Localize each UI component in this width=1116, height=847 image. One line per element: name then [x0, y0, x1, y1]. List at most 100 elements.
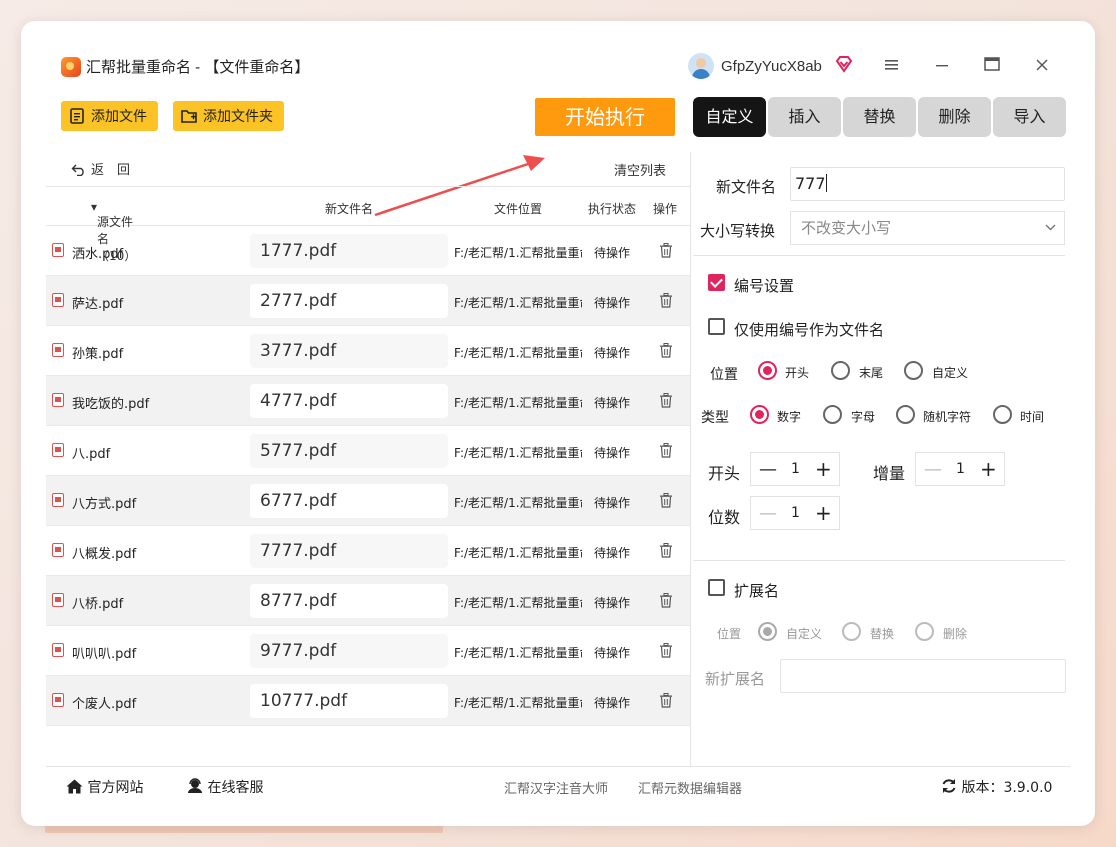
- app-window: 汇帮批量重命名 - 【文件重命名】 GfpZyYucX8ab 添加文件 添加文件…: [21, 21, 1095, 826]
- start-minus-button[interactable]: —: [759, 459, 777, 480]
- new-filename-field[interactable]: 10777.pdf: [250, 684, 448, 718]
- new-name-value: 777: [795, 174, 826, 193]
- only-number-checkbox[interactable]: [708, 318, 725, 335]
- ext-custom-label: 自定义: [786, 627, 823, 641]
- case-value: 不改变大小写: [801, 219, 892, 237]
- file-location: F:/老汇帮/1.汇帮批量重命名: [454, 646, 582, 660]
- tab-import[interactable]: 导入: [993, 97, 1066, 137]
- table-row[interactable]: 叭叭叭.pdf 9777.pdf F:/老汇帮/1.汇帮批量重命名待操作: [46, 626, 690, 676]
- extension-label: 扩展名: [734, 582, 780, 600]
- support-label: 在线客服: [207, 780, 264, 796]
- new-filename-field[interactable]: 1777.pdf: [250, 234, 448, 268]
- new-filename-field[interactable]: 2777.pdf: [250, 284, 448, 318]
- background-strip: [45, 825, 443, 833]
- header-action: 操作: [653, 202, 678, 216]
- new-name-input[interactable]: 777: [790, 167, 1065, 201]
- position-end-radio[interactable]: [831, 361, 850, 380]
- start-button[interactable]: 开始执行: [535, 98, 675, 136]
- trash-icon[interactable]: [659, 693, 673, 708]
- table-row[interactable]: 八.pdf 5777.pdf F:/老汇帮/1.汇帮批量重命名待操作: [46, 426, 690, 476]
- panel-divider: [690, 152, 691, 766]
- status-text: 待操作: [594, 396, 631, 410]
- add-file-label: 添加文件: [91, 108, 147, 124]
- tab-custom[interactable]: 自定义: [693, 97, 766, 137]
- increment-plus-button[interactable]: +: [980, 457, 997, 481]
- digits-plus-button[interactable]: +: [815, 501, 832, 525]
- source-filename: 萨达.pdf: [72, 297, 124, 312]
- new-ext-input[interactable]: [780, 659, 1066, 693]
- tab-insert[interactable]: 插入: [768, 97, 841, 137]
- support-icon: [188, 778, 202, 793]
- add-file-button[interactable]: 添加文件: [61, 101, 158, 131]
- trash-icon[interactable]: [659, 393, 673, 408]
- trash-icon[interactable]: [659, 243, 673, 258]
- tab-replace[interactable]: 替换: [843, 97, 916, 137]
- close-icon[interactable]: [1031, 55, 1053, 77]
- position-custom-radio[interactable]: [904, 361, 923, 380]
- trash-icon[interactable]: [659, 493, 673, 508]
- trash-icon[interactable]: [659, 443, 673, 458]
- trash-icon[interactable]: [659, 543, 673, 558]
- window-title: 汇帮批量重命名 - 【文件重命名】: [86, 59, 310, 76]
- trash-icon[interactable]: [659, 293, 673, 308]
- pdf-file-icon: [52, 643, 64, 657]
- ext-replace-radio[interactable]: [842, 622, 861, 641]
- source-filename: 八方式.pdf: [72, 497, 137, 512]
- ext-custom-radio[interactable]: [758, 622, 777, 641]
- user-avatar[interactable]: [688, 53, 714, 79]
- case-select[interactable]: 不改变大小写: [790, 211, 1065, 245]
- digits-stepper[interactable]: — 1 +: [750, 496, 840, 530]
- username[interactable]: GfpZyYucX8ab: [721, 58, 822, 75]
- add-folder-button[interactable]: 添加文件夹: [173, 101, 284, 131]
- status-text: 待操作: [594, 596, 631, 610]
- table-row[interactable]: 八方式.pdf 6777.pdf F:/老汇帮/1.汇帮批量重命名待操作: [46, 476, 690, 526]
- version-info: 版本：3.9.0.0: [941, 777, 1052, 797]
- vip-diamond-icon[interactable]: [833, 53, 855, 75]
- refresh-icon[interactable]: [941, 778, 957, 794]
- new-filename-field[interactable]: 7777.pdf: [250, 534, 448, 568]
- source-filename: 孙策.pdf: [72, 347, 124, 362]
- source-filename: 个废人.pdf: [72, 697, 137, 712]
- trash-icon[interactable]: [659, 343, 673, 358]
- type-time-radio[interactable]: [993, 405, 1012, 424]
- new-filename-field[interactable]: 3777.pdf: [250, 334, 448, 368]
- type-letter-radio[interactable]: [823, 405, 842, 424]
- table-row[interactable]: 萨达.pdf 2777.pdf F:/老汇帮/1.汇帮批量重命名待操作: [46, 276, 690, 326]
- digits-minus-button[interactable]: —: [759, 503, 777, 524]
- footer-link-pinyin[interactable]: 汇帮汉字注音大师: [504, 778, 608, 797]
- back-button[interactable]: 返 回: [71, 159, 130, 178]
- table-row[interactable]: 孙策.pdf 3777.pdf F:/老汇帮/1.汇帮批量重命名待操作: [46, 326, 690, 376]
- increment-minus-button[interactable]: —: [924, 459, 942, 480]
- maximize-icon[interactable]: [981, 55, 1003, 77]
- numbering-checkbox[interactable]: [708, 274, 725, 291]
- tab-delete[interactable]: 删除: [918, 97, 991, 137]
- new-filename-field[interactable]: 4777.pdf: [250, 384, 448, 418]
- website-link[interactable]: 官方网站: [66, 777, 143, 797]
- increment-stepper[interactable]: — 1 +: [915, 452, 1005, 486]
- new-filename-field[interactable]: 6777.pdf: [250, 484, 448, 518]
- ext-delete-radio[interactable]: [915, 622, 934, 641]
- table-row[interactable]: 个废人.pdf 10777.pdf F:/老汇帮/1.汇帮批量重命名待操作: [46, 676, 690, 726]
- new-filename-field[interactable]: 8777.pdf: [250, 584, 448, 618]
- table-row[interactable]: 洒水.pdf 1777.pdf F:/老汇帮/1.汇帮批量重命名待操作: [46, 226, 690, 276]
- trash-icon[interactable]: [659, 643, 673, 658]
- position-start-radio[interactable]: [758, 361, 777, 380]
- minimize-icon[interactable]: [931, 55, 953, 77]
- start-stepper[interactable]: — 1 +: [750, 452, 840, 486]
- table-row[interactable]: 八桥.pdf 8777.pdf F:/老汇帮/1.汇帮批量重命名待操作: [46, 576, 690, 626]
- new-filename-field[interactable]: 5777.pdf: [250, 434, 448, 468]
- clear-list-button[interactable]: 清空列表: [614, 160, 666, 179]
- menu-icon[interactable]: [881, 55, 903, 77]
- table-row[interactable]: 八概发.pdf 7777.pdf F:/老汇帮/1.汇帮批量重命名待操作: [46, 526, 690, 576]
- table-row[interactable]: 我吃饭的.pdf 4777.pdf F:/老汇帮/1.汇帮批量重命名待操作: [46, 376, 690, 426]
- trash-icon[interactable]: [659, 593, 673, 608]
- header-source[interactable]: ▾ 源文件名（10）: [91, 200, 136, 263]
- footer-link-metadata[interactable]: 汇帮元数据编辑器: [638, 778, 742, 797]
- type-random-radio[interactable]: [896, 405, 915, 424]
- digits-label: 位数: [708, 508, 741, 527]
- extension-checkbox[interactable]: [708, 579, 725, 596]
- type-number-radio[interactable]: [750, 405, 769, 424]
- support-link[interactable]: 在线客服: [187, 777, 263, 797]
- start-plus-button[interactable]: +: [815, 457, 832, 481]
- new-filename-field[interactable]: 9777.pdf: [250, 634, 448, 668]
